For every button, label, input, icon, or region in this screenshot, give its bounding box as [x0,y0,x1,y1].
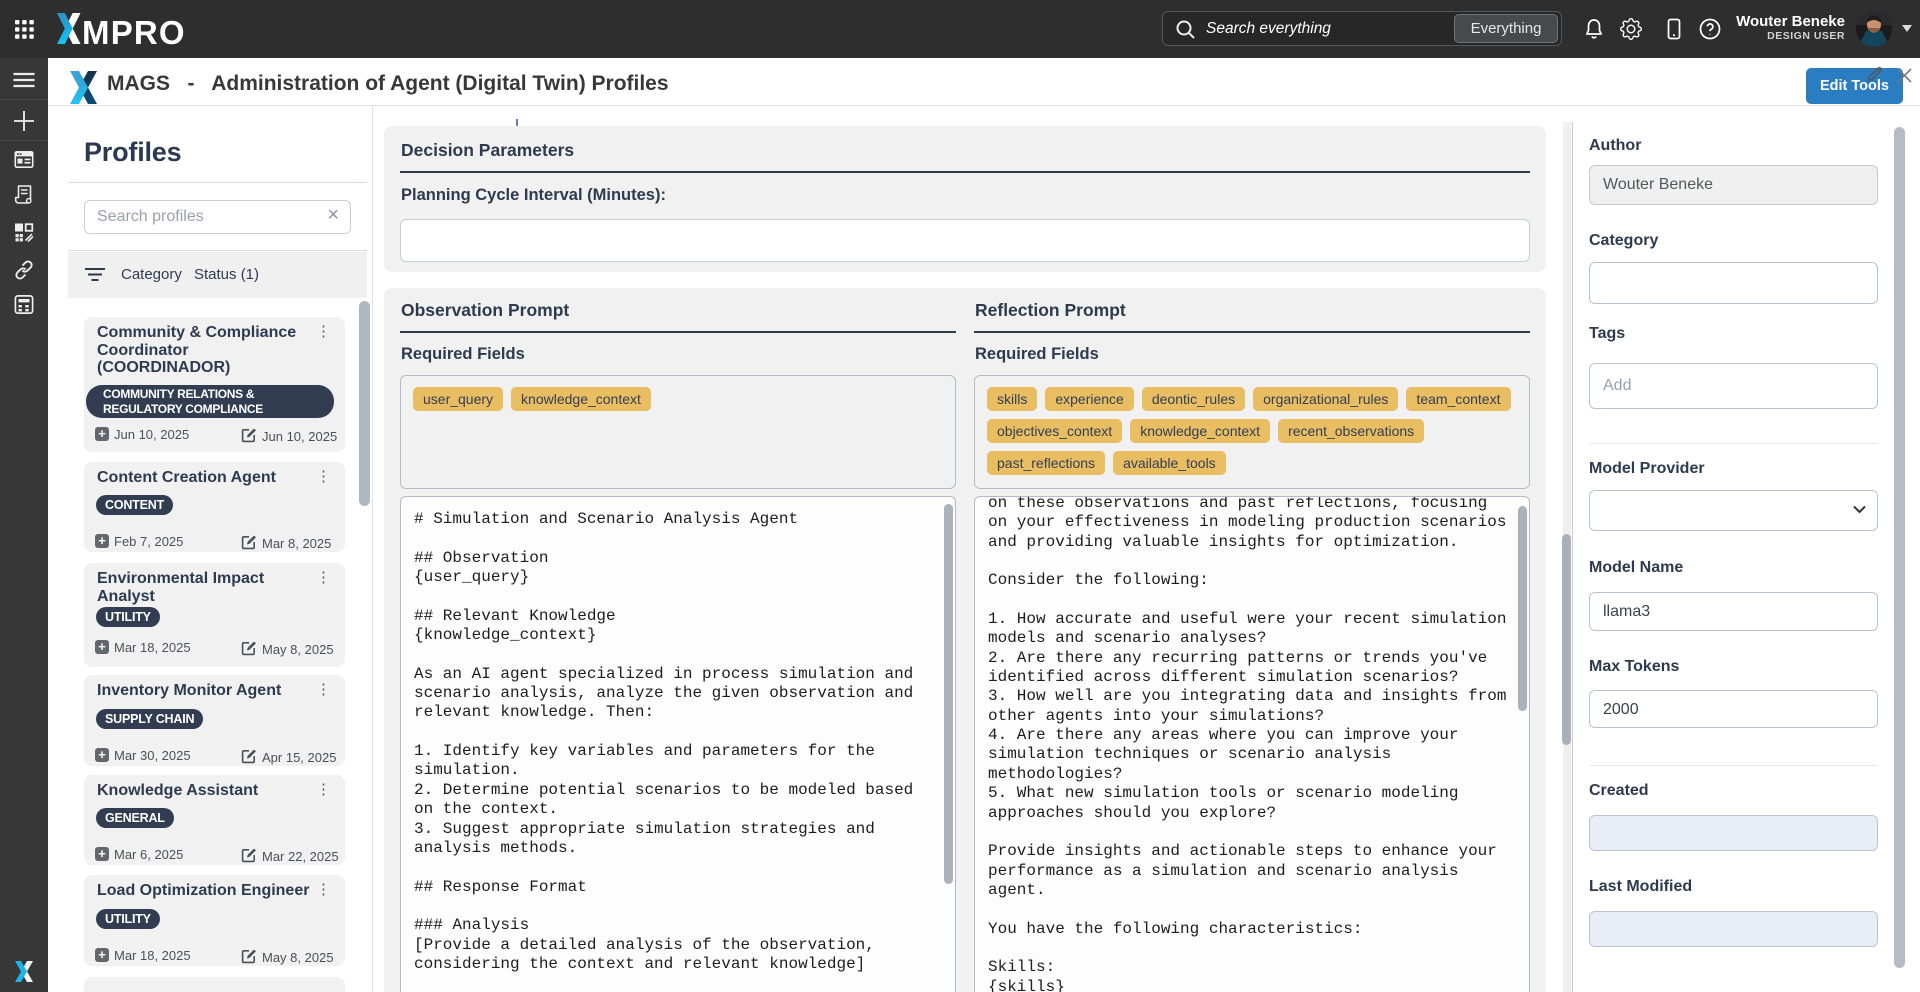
svg-text:MPRO: MPRO [82,14,186,45]
